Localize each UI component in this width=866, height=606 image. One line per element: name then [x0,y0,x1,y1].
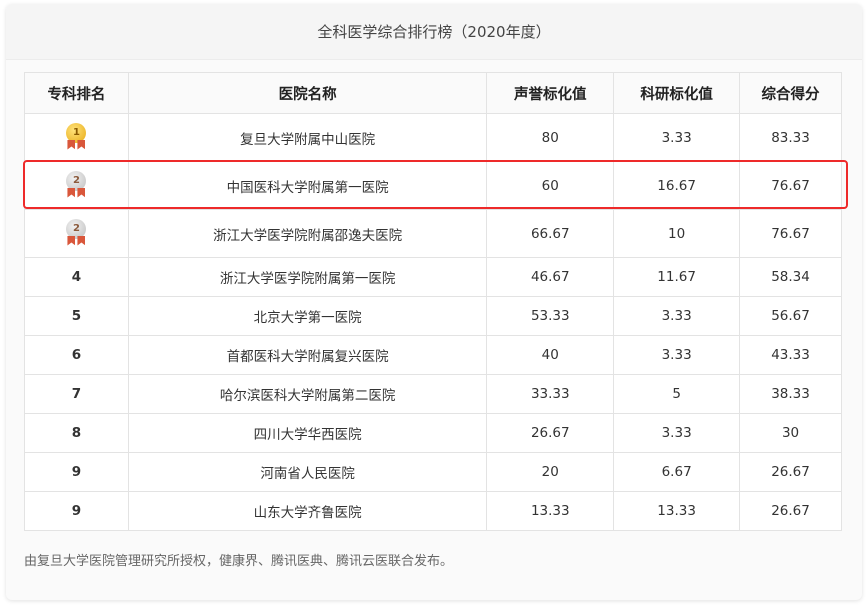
table-row: 2 中国医科大学附属第一医院 60 16.67 76.67 [25,162,842,210]
table-row: 1 复旦大学附属中山医院 80 3.33 83.33 [25,114,842,162]
rank-cell: 4 [25,258,129,297]
total-score: 76.67 [740,210,842,258]
hospital-name: 中国医科大学附属第一医院 [128,162,486,210]
page-title: 全科医学综合排行榜（2020年度） [6,4,862,60]
rank-value: 6 [72,347,81,363]
hospital-name: 哈尔滨医科大学附属第二医院 [128,375,486,414]
rank-value: 7 [72,386,81,402]
reputation-value: 80 [487,114,614,162]
total-score: 56.67 [740,297,842,336]
reputation-value: 40 [487,336,614,375]
rank-cell: 2 [25,162,129,210]
research-value: 6.67 [614,453,740,492]
silver-medal-icon: 2 [63,171,89,201]
research-value: 13.33 [614,492,740,531]
reputation-value: 60 [487,162,614,210]
research-value: 5 [614,375,740,414]
total-score: 76.67 [740,162,842,210]
research-value: 3.33 [614,114,740,162]
header-rank: 专科排名 [25,73,129,114]
reputation-value: 53.33 [487,297,614,336]
research-value: 3.33 [614,297,740,336]
silver-medal-icon: 2 [63,219,89,249]
rank-value: 9 [72,503,81,519]
table-row: 5 北京大学第一医院 53.33 3.33 56.67 [25,297,842,336]
rank-cell: 8 [25,414,129,453]
hospital-name: 山东大学齐鲁医院 [128,492,486,531]
table-row: 2 浙江大学医学院附属邵逸夫医院 66.67 10 76.67 [25,210,842,258]
header-hospital: 医院名称 [128,73,486,114]
rank-cell: 9 [25,492,129,531]
hospital-name: 河南省人民医院 [128,453,486,492]
hospital-name: 浙江大学医学院附属第一医院 [128,258,486,297]
header-reputation: 声誉标化值 [487,73,614,114]
total-score: 83.33 [740,114,842,162]
rank-value: 4 [72,269,81,285]
total-score: 30 [740,414,842,453]
rank-cell: 1 [25,114,129,162]
rank-cell: 6 [25,336,129,375]
total-score: 58.34 [740,258,842,297]
total-score: 38.33 [740,375,842,414]
header-research: 科研标化值 [614,73,740,114]
reputation-value: 66.67 [487,210,614,258]
table-row: 8 四川大学华西医院 26.67 3.33 30 [25,414,842,453]
table-row: 6 首都医科大学附属复兴医院 40 3.33 43.33 [25,336,842,375]
research-value: 3.33 [614,414,740,453]
rank-value: 9 [72,464,81,480]
table-row: 7 哈尔滨医科大学附属第二医院 33.33 5 38.33 [25,375,842,414]
table-row: 4 浙江大学医学院附属第一医院 46.67 11.67 58.34 [25,258,842,297]
hospital-name: 首都医科大学附属复兴医院 [128,336,486,375]
research-value: 16.67 [614,162,740,210]
hospital-name: 北京大学第一医院 [128,297,486,336]
hospital-name: 四川大学华西医院 [128,414,486,453]
total-score: 26.67 [740,453,842,492]
hospital-name: 复旦大学附属中山医院 [128,114,486,162]
reputation-value: 46.67 [487,258,614,297]
rank-cell: 7 [25,375,129,414]
table-row: 9 河南省人民医院 20 6.67 26.67 [25,453,842,492]
gold-medal-icon: 1 [63,123,89,153]
ranking-table: 专科排名 医院名称 声誉标化值 科研标化值 综合得分 1 复旦大学附属中山医院 … [24,72,842,531]
rank-cell: 5 [25,297,129,336]
reputation-value: 26.67 [487,414,614,453]
header-score: 综合得分 [740,73,842,114]
total-score: 26.67 [740,492,842,531]
reputation-value: 33.33 [487,375,614,414]
table-row: 9 山东大学齐鲁医院 13.33 13.33 26.67 [25,492,842,531]
reputation-value: 20 [487,453,614,492]
rank-cell: 2 [25,210,129,258]
rank-value: 8 [72,425,81,441]
rank-value: 5 [72,308,81,324]
table-header: 专科排名 医院名称 声誉标化值 科研标化值 综合得分 [25,73,842,114]
reputation-value: 13.33 [487,492,614,531]
hospital-name: 浙江大学医学院附属邵逸夫医院 [128,210,486,258]
footer-note: 由复旦大学医院管理研究所授权，健康界、腾讯医典、腾讯云医联合发布。 [24,550,453,569]
rank-cell: 9 [25,453,129,492]
research-value: 11.67 [614,258,740,297]
research-value: 10 [614,210,740,258]
research-value: 3.33 [614,336,740,375]
total-score: 43.33 [740,336,842,375]
ranking-card: 全科医学综合排行榜（2020年度） 专科排名 医院名称 声誉标化值 科研标化值 … [6,4,862,600]
